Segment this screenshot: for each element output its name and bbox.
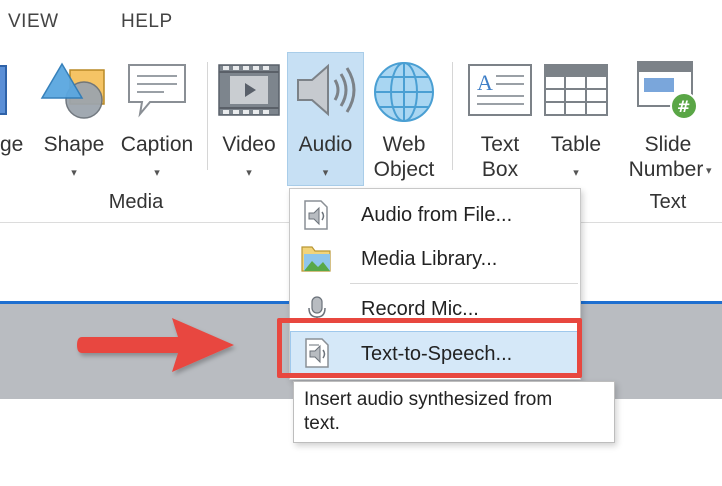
shape-icon [40, 62, 105, 119]
table-button[interactable]: Table ▾ [540, 56, 612, 186]
caption-icon [128, 64, 186, 118]
menu-item-audio-from-file[interactable]: Audio from File... [290, 193, 580, 237]
image-button-label: ge [0, 133, 24, 156]
media-library-icon [301, 246, 331, 272]
caption-button-label: Caption [120, 133, 194, 156]
shape-dropdown-caret: ▾ [71, 167, 77, 179]
video-button[interactable]: Video ▾ [214, 56, 284, 186]
web-object-label-line2: Object [373, 158, 435, 181]
tooltip-line-2: text. [304, 413, 340, 434]
svg-text:#: # [677, 97, 690, 116]
slide-number-icon: # [637, 61, 698, 120]
audio-button[interactable]: Audio ▾ [287, 52, 364, 186]
menu-item-media-library[interactable]: Media Library... [290, 237, 580, 281]
table-button-label: Table [550, 133, 602, 156]
image-button[interactable]: ge [0, 60, 30, 185]
speaker-icon [297, 63, 356, 117]
caption-button[interactable]: Caption ▾ [114, 56, 200, 186]
text-box-button[interactable]: A Text Box [462, 56, 538, 186]
slide-number-label-line2: Number [628, 158, 704, 181]
svg-text:A: A [477, 70, 493, 95]
video-dropdown-caret: ▾ [246, 167, 252, 179]
tooltip: Insert audio synthesized from text. [293, 381, 615, 443]
annotation-highlight-box [277, 318, 582, 378]
image-icon [0, 65, 7, 115]
menu-view[interactable]: VIEW [8, 11, 59, 33]
shape-button-label: Shape [43, 133, 105, 156]
text-box-label-line1: Text [480, 133, 520, 156]
web-object-button[interactable]: Web Object [366, 56, 442, 186]
slide-number-dropdown-caret: ▾ [706, 165, 712, 177]
audio-dropdown-caret: ▾ [322, 167, 329, 179]
table-icon [544, 64, 608, 116]
caption-dropdown-caret: ▾ [154, 167, 160, 179]
globe-icon [374, 62, 434, 122]
shape-button[interactable]: Shape ▾ [38, 56, 110, 186]
menu-separator [350, 283, 578, 284]
audio-button-label: Audio [298, 133, 353, 156]
video-icon [218, 64, 280, 116]
video-button-label: Video [222, 133, 276, 156]
group-label-text: Text [649, 191, 687, 213]
menu-bar: VIEW HELP [0, 0, 722, 47]
menu-item-label: Audio from File... [361, 204, 513, 226]
table-dropdown-caret: ▾ [573, 167, 579, 179]
menu-item-label: Media Library... [361, 248, 498, 270]
ribbon-separator [207, 62, 208, 170]
textbox-icon: A [468, 64, 532, 116]
menu-help[interactable]: HELP [121, 11, 173, 33]
group-label-media: Media [108, 191, 164, 213]
audio-file-icon [304, 200, 328, 230]
web-object-label-line1: Web [382, 133, 426, 156]
text-box-label-line2: Box [481, 158, 519, 181]
annotation-arrow [77, 318, 234, 372]
slide-number-label-line1: Slide [644, 133, 692, 156]
slide-number-button[interactable]: # Slide Number ▾ [618, 56, 718, 186]
tooltip-line-1: Insert audio synthesized from [304, 389, 553, 410]
ribbon-separator [452, 62, 453, 170]
